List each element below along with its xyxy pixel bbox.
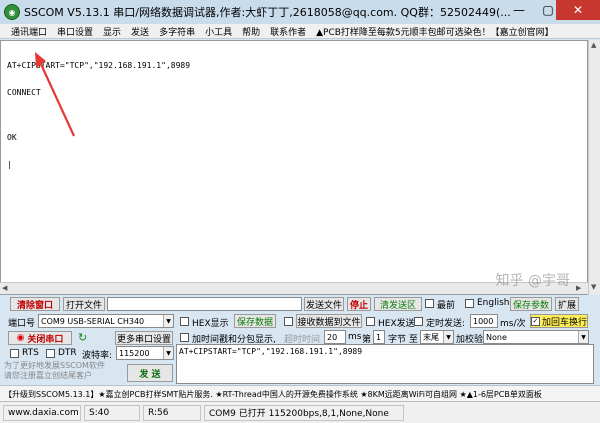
topmost-checkbox[interactable] [425,299,434,308]
open-file-button[interactable]: 打开文件 [63,297,105,311]
terminal-line: CONNECT [7,88,41,97]
timed-unit-label: ms/次 [500,319,526,329]
status-received-count: R:56 [143,404,201,421]
scroll-up-icon[interactable]: ▲ [591,41,596,49]
status-bar: www.daxia.com S:40 R:56 COM9 已打开 115200b… [0,401,600,423]
send-file-button[interactable]: 发送文件 [304,297,344,311]
add-newline-label: 加回车换行 [541,317,587,328]
baud-select-value: 115200 [119,348,150,358]
record-icon: ◉ [16,333,25,343]
baud-select[interactable]: 115200 ▼ [116,346,174,360]
scroll-left-icon[interactable]: ◀ [2,284,7,292]
english-label: English [477,298,510,308]
chevron-down-icon: ▼ [163,315,173,327]
hex-display-label: HEX显示 [192,319,229,329]
timestamp-checkbox[interactable] [180,333,189,342]
timeout-unit: ms [348,332,362,342]
hex-send-checkbox[interactable] [366,317,375,326]
menu-bar: 通讯端口 串口设置 显示 发送 多字符串 小工具 帮助 联系作者 ▲PCB打样降… [0,24,600,39]
clear-send-button[interactable]: 清发送区 [374,297,422,311]
title-bar: ◉ SSCOM V5.13.1 串口/网络数据调试器,作者:大虾丁丁,26180… [0,0,600,24]
window-title: SSCOM V5.13.1 串口/网络数据调试器,作者:大虾丁丁,2618058… [24,6,511,19]
scroll-down-icon[interactable]: ▼ [591,283,596,291]
stop-button[interactable]: 停止 [347,297,371,311]
dtr-checkbox[interactable] [46,349,55,358]
terminal-line: OK [7,133,17,142]
close-port-button[interactable]: ◉ 关闭串口 [8,331,72,345]
promo-text: 为了更好地发展SSCOM软件 请您注册嘉立创结尾客户 [4,361,105,380]
rts-label: RTS [22,348,39,358]
menu-comm-port[interactable]: 通讯端口 [6,25,52,38]
topmost-label: 最前 [437,301,456,311]
chevron-down-icon: ▼ [443,331,453,343]
dtr-label: DTR [58,348,77,358]
receive-to-file-button[interactable]: 接收数据到文件 [296,314,362,328]
terminal-cursor: | [7,160,12,169]
app-icon: ◉ [4,4,20,20]
english-checkbox[interactable] [465,299,474,308]
timed-interval-input[interactable]: 1000 [470,314,498,328]
menu-send[interactable]: 发送 [126,25,154,38]
add-newline-checkbox[interactable] [531,316,540,326]
scroll-right-icon[interactable]: ▶ [576,284,581,292]
baud-label: 波特率: [82,351,113,361]
checksum-select[interactable]: None ▼ [483,330,589,344]
minimize-icon[interactable]: — [505,0,533,20]
chevron-down-icon: ▼ [163,347,173,359]
timed-send-checkbox[interactable] [414,317,423,326]
menu-help[interactable]: 帮助 [237,25,265,38]
refresh-icon[interactable]: ↻ [78,331,87,344]
end-select[interactable]: 末尾 ▼ [420,330,454,344]
byte-start-input[interactable]: 1 [373,330,385,344]
menu-display[interactable]: 显示 [98,25,126,38]
menu-tools[interactable]: 小工具 [200,25,237,38]
add-newline-toggle[interactable]: 加回车换行 [530,314,588,328]
chevron-down-icon: ▼ [578,331,588,343]
close-icon[interactable]: ✕ [556,0,600,20]
file-path-input[interactable] [107,297,302,311]
watermark: 知乎 @宇哥 [495,273,570,289]
terminal-line: AT+CIPSTART="TCP","192.168.191.1",8989 [7,61,191,70]
receive-to-file-checkbox[interactable] [284,317,293,326]
port-select[interactable]: COM9 USB-SERIAL CH340 ▼ [38,314,174,328]
hex-display-checkbox[interactable] [180,317,189,326]
checksum-select-value: None [486,332,507,342]
send-button[interactable]: 发 送 [127,364,173,382]
red-arrow-annotation [35,52,75,137]
port-select-value: COM9 USB-SERIAL CH340 [41,316,145,326]
save-params-button[interactable]: 保存参数 [510,297,552,311]
close-port-label: 关闭串口 [27,334,64,345]
save-data-button[interactable]: 保存数据 [234,314,276,328]
timed-send-label: 定时发送: [426,319,466,329]
menu-pcb-ad[interactable]: ▲PCB打样降至每款5元顺丰包邮可选染色！【嘉立创官网】 [311,25,559,38]
news-ticker: 【升级到SSCOM5.13.1】★嘉立创PCB打样SMT贴片服务. ★RT-Th… [0,385,600,401]
end-select-value: 末尾 [423,332,439,342]
hex-send-label: HEX发送 [378,319,415,329]
port-label: 端口号 [8,319,36,329]
vertical-scrollbar[interactable]: ▲ ▼ [588,40,600,295]
timeout-input[interactable]: 20 [324,330,346,344]
status-website[interactable]: www.daxia.com [3,404,81,421]
send-textarea[interactable]: AT+CIPSTART="TCP","192.168.191.1",8989 [176,344,594,384]
status-port-state: COM9 已打开 115200bps,8,1,None,None [204,404,404,421]
status-sent-count: S:40 [84,404,140,421]
menu-serial-settings[interactable]: 串口设置 [52,25,98,38]
more-port-settings-button[interactable]: 更多串口设置 [115,331,173,345]
expand-button[interactable]: 扩展 [555,297,579,311]
clear-window-button[interactable]: 清除窗口 [10,297,60,311]
menu-contact[interactable]: 联系作者 [265,25,311,38]
menu-multi-string[interactable]: 多字符串 [154,25,200,38]
rts-checkbox[interactable] [10,349,19,358]
